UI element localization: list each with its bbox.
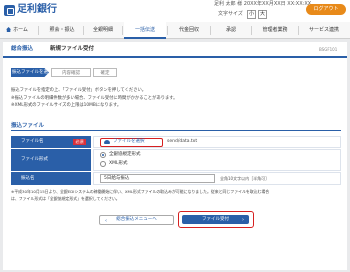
required-badge: 必須 bbox=[73, 139, 86, 145]
global-nav: ホーム 照会・振込 全銀明細 一括伝送 代金回収 承認 管理者業務 サービス連携 bbox=[0, 22, 350, 39]
description-line-3: ※XML形式のファイルサイズの上限は10MBになります。 bbox=[11, 103, 122, 108]
format-note-line-2: は、ファイル形式は「全銀協規定形式」を選択してください。 bbox=[11, 196, 120, 201]
nav-item-home[interactable]: ホーム bbox=[0, 22, 34, 39]
bank-logo-icon bbox=[4, 5, 15, 16]
main-content: 総合振込 新規ファイル受付 BSGF101 振込ファイルを選択 内容確認 確定 … bbox=[3, 42, 347, 270]
step-confirm-content: 内容確認 bbox=[51, 68, 91, 77]
nav-item-bulk-transmission[interactable]: 一括伝送 bbox=[124, 22, 166, 39]
font-size-large-button[interactable]: 大 bbox=[258, 10, 267, 19]
nav-item-collection[interactable]: 代金回収 bbox=[169, 22, 209, 39]
page-title-bar: 総合振込 新規ファイル受付 BSGF101 bbox=[3, 42, 347, 58]
font-size-small-button[interactable]: 小 bbox=[247, 10, 256, 19]
section-title: 振込ファイル bbox=[11, 123, 45, 129]
section-header: 振込ファイル bbox=[11, 123, 341, 131]
back-to-menu-button[interactable]: ‹ 総合振込メニューへ bbox=[99, 215, 174, 225]
format-radio-zengin[interactable] bbox=[100, 152, 106, 158]
selected-file-name: send/data.txt bbox=[167, 139, 198, 144]
format-radio-xml[interactable] bbox=[100, 161, 106, 167]
bank-name: 足利銀行 bbox=[17, 4, 57, 15]
logout-button[interactable]: ログアウト bbox=[306, 4, 346, 15]
select-file-button[interactable]: ファイルを選択 bbox=[100, 138, 163, 147]
chevron-right-icon: › bbox=[242, 217, 244, 223]
nav-item-approval[interactable]: 承認 bbox=[212, 22, 250, 39]
nav-item-service-link[interactable]: サービス連携 bbox=[300, 22, 348, 39]
file-format-label: ファイル形式 bbox=[11, 149, 91, 171]
user-info: 足利 太郎 様 20XX年XX月XX日 XX:XX:XX bbox=[214, 1, 312, 7]
home-icon bbox=[6, 27, 12, 32]
description-line-1: 振込ファイルを指定の上、「ファイル受付」ボタンを押してください。 bbox=[11, 88, 147, 93]
format-note-line-1: ※平成30年10月15日より、全銀EDIシステムの稼働開始に伴い、XML形式ファ… bbox=[11, 189, 270, 194]
format-option-xml: XML形式 bbox=[109, 161, 128, 166]
step-finalize: 確定 bbox=[93, 68, 117, 77]
nav-item-admin[interactable]: 管理者業務 bbox=[253, 22, 297, 39]
upload-cloud-icon bbox=[104, 140, 110, 144]
transfer-name-label: 振込名 bbox=[11, 172, 91, 185]
font-size-label: 文字サイズ bbox=[218, 11, 243, 17]
format-option-zengin: 全銀協規定形式 bbox=[109, 152, 141, 157]
submit-highlight: ファイル受付 › bbox=[178, 211, 254, 228]
top-header: 足利銀行 足利 太郎 様 20XX年XX月XX日 XX:XX:XX ログアウト … bbox=[0, 0, 350, 22]
chevron-left-icon: ‹ bbox=[105, 218, 107, 224]
screen-id: BSGF101 bbox=[319, 47, 338, 52]
nav-item-inquiry-transfer[interactable]: 照会・振込 bbox=[42, 22, 82, 39]
page-title: 新規ファイル受付 bbox=[50, 46, 95, 52]
nav-item-zengin-details[interactable]: 全銀明細 bbox=[85, 22, 121, 39]
transfer-name-input[interactable]: 5日給与振込 bbox=[100, 174, 215, 183]
file-accept-button[interactable]: ファイル受付 › bbox=[182, 215, 249, 224]
transfer-name-hint: 全角10文字以内［半角可］ bbox=[220, 176, 270, 181]
breadcrumb: 総合振込 bbox=[11, 46, 34, 52]
step-select-file: 振込ファイルを選択 bbox=[11, 68, 49, 84]
description-line-2: ※振込ファイルの明細件数が多い場合、ファイル受付に時間がかかることがあります。 bbox=[11, 96, 178, 101]
